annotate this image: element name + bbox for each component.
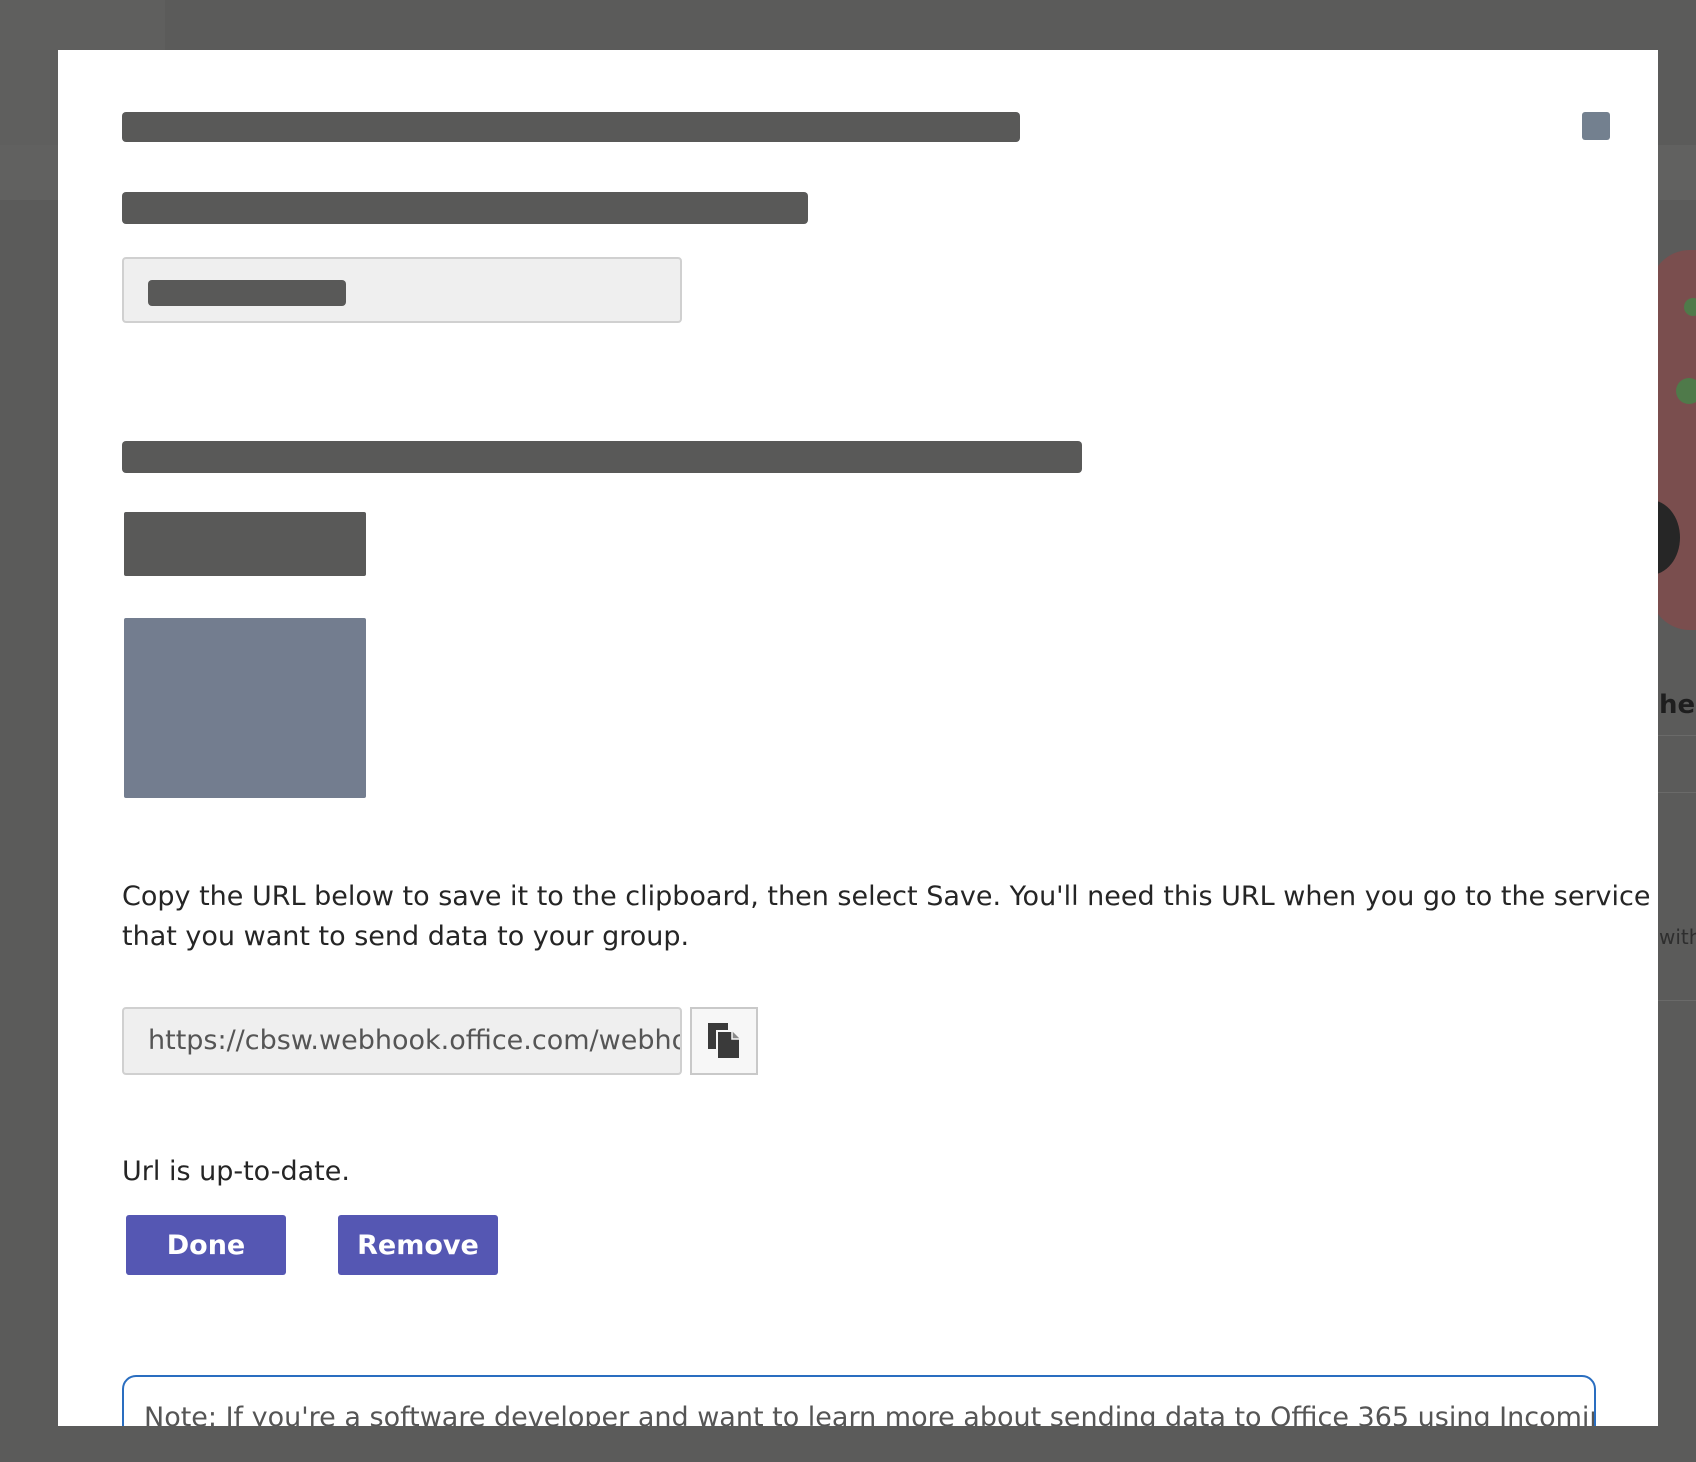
dialog-title-redacted: [122, 112, 1020, 142]
developer-note: Note: If you're a software developer and…: [122, 1375, 1596, 1426]
background-illustration-dot: [1684, 298, 1696, 316]
name-field-label-redacted: [122, 192, 808, 224]
name-input-value-redacted: [148, 280, 346, 306]
background-divider: [1657, 792, 1696, 793]
close-icon[interactable]: [1582, 112, 1610, 140]
background-text: with: [1659, 925, 1696, 949]
done-button[interactable]: Done: [126, 1215, 286, 1275]
url-status-text: Url is up-to-date.: [122, 1156, 350, 1187]
url-instructions: Copy the URL below to save it to the cli…: [122, 881, 1651, 952]
developer-note-text: Note: If you're a software developer and…: [144, 1402, 1594, 1426]
remove-button[interactable]: Remove: [338, 1215, 498, 1275]
copy-icon: [708, 1023, 741, 1060]
connector-config-dialog: Copy the URL below to save it to the cli…: [58, 50, 1658, 1426]
image-preview: [124, 618, 366, 798]
copy-url-button[interactable]: [690, 1007, 758, 1075]
background-heading: he: [1659, 690, 1696, 720]
name-input[interactable]: [122, 257, 682, 323]
upload-image-button[interactable]: [124, 512, 366, 576]
background-divider: [1657, 1000, 1696, 1001]
image-section-label-redacted: [122, 441, 1082, 473]
background-illustration-dot: [1676, 378, 1696, 404]
background-divider: [1657, 735, 1696, 736]
webhook-url-field[interactable]: https://cbsw.webhook.office.com/webhookb…: [122, 1007, 682, 1075]
